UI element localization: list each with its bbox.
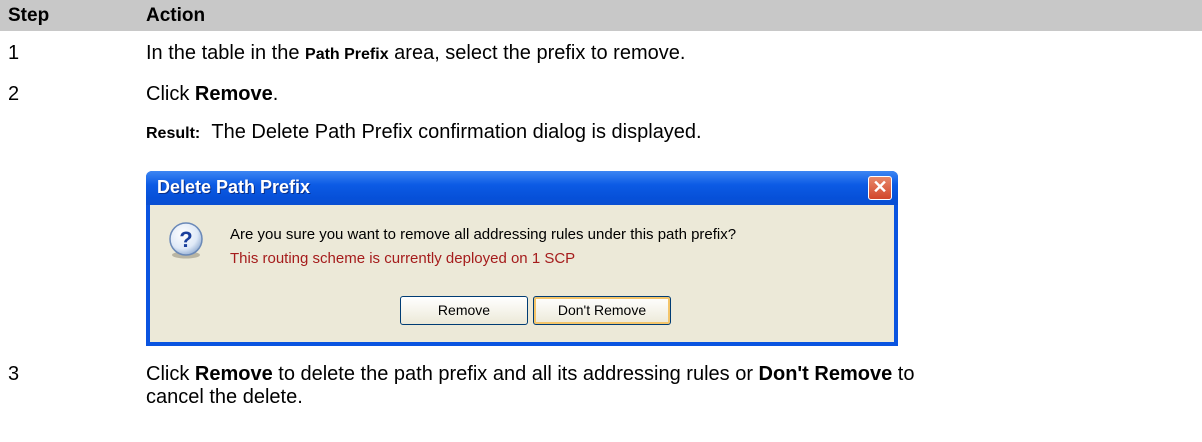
close-icon: ✕ — [872, 177, 888, 197]
step-2-result: Result: The Delete Path Prefix confirmat… — [146, 121, 702, 143]
dialog-message: Are you sure you want to remove all addr… — [230, 226, 737, 243]
dialog-body: ? Are you sure you want to remove all ad… — [150, 205, 894, 342]
step-number: 3 — [8, 363, 20, 385]
step-3-text-line2: cancel the delete. — [146, 386, 303, 408]
step-number: 1 — [8, 42, 20, 64]
remove-button[interactable]: Remove — [400, 296, 528, 325]
dont-remove-button[interactable]: Don't Remove — [533, 296, 671, 325]
delete-path-prefix-dialog: Delete Path Prefix ✕ ? Are you sure you … — [146, 171, 898, 346]
close-button[interactable]: ✕ — [868, 176, 892, 200]
header-action: Action — [146, 5, 206, 26]
question-icon: ? — [169, 222, 203, 259]
table-header: Step Action — [0, 0, 1202, 31]
header-step: Step — [8, 5, 50, 26]
step-3-text: Click Remove to delete the path prefix a… — [146, 363, 915, 385]
dialog-titlebar[interactable]: Delete Path Prefix ✕ — [146, 171, 898, 205]
dialog-warning: This routing scheme is currently deploye… — [230, 250, 576, 267]
step-number: 2 — [8, 83, 20, 105]
step-2-text: Click Remove. — [146, 83, 279, 105]
step-1-text: In the table in the Path Prefix area, se… — [146, 42, 686, 64]
dialog-title: Delete Path Prefix — [157, 177, 311, 197]
svg-text:?: ? — [179, 227, 192, 252]
